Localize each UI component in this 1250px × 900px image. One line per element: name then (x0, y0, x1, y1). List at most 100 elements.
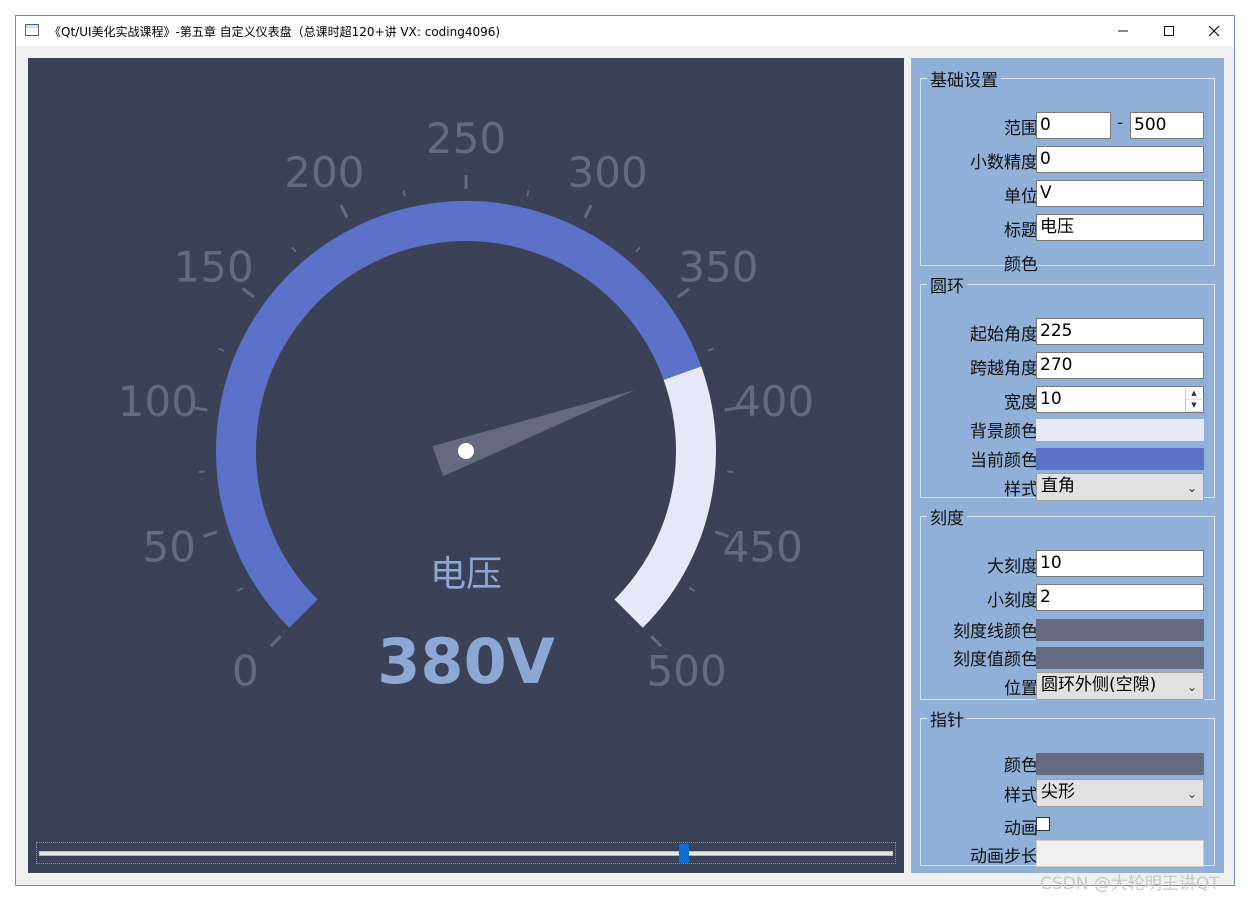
group-pointer: 指针 颜色 样式 尖形 ⌄ 动画 动画步长 (920, 706, 1215, 868)
ring-style-select[interactable]: 直角 ⌄ (1036, 473, 1204, 501)
pointer-style-select[interactable]: 尖形 ⌄ (1036, 779, 1204, 807)
app-icon (25, 24, 39, 36)
width-spinbox[interactable]: 10 ▲ ▼ (1036, 386, 1204, 413)
chevron-down-icon: ⌄ (1186, 787, 1197, 801)
group-pointer-legend: 指针 (930, 711, 964, 731)
minimize-button[interactable] (1100, 16, 1146, 46)
width-spin-buttons[interactable]: ▲ ▼ (1185, 388, 1202, 412)
row-cur-color: 当前颜色 (921, 444, 1214, 472)
row-title: 标题 电压 (921, 214, 1214, 242)
pointer-color-label: 颜色 (1004, 756, 1038, 776)
gauge-panel: 0 50 100 150 200 250 300 350 400 450 500 电压 380V (28, 58, 904, 873)
major-scale-label: 大刻度 (987, 557, 1038, 577)
scale-tick-label: 150 (174, 243, 254, 292)
major-tick (583, 204, 593, 219)
range-label: 范围 (1004, 119, 1038, 139)
minor-tick (218, 347, 225, 352)
animation-checkbox[interactable] (1036, 817, 1050, 831)
minor-tick (291, 246, 297, 253)
minor-tick (236, 587, 244, 592)
range-min-input[interactable]: 0 (1036, 112, 1111, 139)
gauge-pointer (432, 390, 636, 477)
spin-down-icon[interactable]: ▼ (1186, 400, 1202, 412)
settings-panel: 基础设置 范围 0 - 500 小数精度 0 单位 V 标题 电压 颜色 圆环 … (911, 58, 1224, 873)
title-label: 标题 (1004, 221, 1038, 241)
maximize-icon (1164, 26, 1174, 36)
range-separator: - (1117, 113, 1124, 133)
precision-label: 小数精度 (970, 153, 1038, 173)
minor-scale-label: 小刻度 (987, 591, 1038, 611)
row-line-color: 刻度线颜色 (921, 615, 1214, 643)
minor-tick (635, 246, 641, 253)
pointer-color-swatch[interactable] (1036, 753, 1204, 775)
ring-current-color-swatch[interactable] (1036, 448, 1204, 470)
row-animation: 动画 (921, 812, 1214, 840)
scale-tick-label: 400 (734, 377, 814, 426)
maximize-button[interactable] (1146, 16, 1192, 46)
major-tick (203, 530, 218, 538)
row-minor: 小刻度 2 (921, 584, 1214, 612)
bg-color-label: 背景颜色 (970, 422, 1038, 442)
scale-position-value: 圆环外侧(空隙) (1041, 675, 1157, 695)
scale-position-label: 位置 (1004, 679, 1038, 699)
row-span-angle: 跨越角度 270 (921, 352, 1214, 380)
value-slider[interactable] (36, 842, 896, 864)
range-max-input[interactable]: 500 (1130, 112, 1204, 139)
close-icon (1208, 25, 1220, 37)
pointer-style-label: 样式 (1004, 786, 1038, 806)
ring-style-value: 直角 (1041, 476, 1075, 496)
scale-value-color-swatch[interactable] (1036, 647, 1204, 669)
group-scale-legend: 刻度 (930, 509, 964, 529)
unit-input[interactable]: V (1036, 180, 1204, 207)
client-area: 0 50 100 150 200 250 300 350 400 450 500 电压 380V 基础设… (16, 46, 1234, 885)
start-angle-input[interactable]: 225 (1036, 318, 1204, 345)
scale-tick-label: 350 (678, 243, 758, 292)
gauge-title: 电压 (430, 554, 502, 595)
ring-bg-color-swatch[interactable] (1036, 419, 1204, 441)
group-ring-legend: 圆环 (930, 277, 964, 297)
row-anim-step: 动画步长 (921, 840, 1214, 868)
precision-input[interactable]: 0 (1036, 146, 1204, 173)
gauge-value: 380V (377, 625, 554, 698)
row-pointer-style: 样式 尖形 ⌄ (921, 779, 1214, 807)
span-angle-label: 跨越角度 (970, 359, 1038, 379)
scale-position-select[interactable]: 圆环外侧(空隙) ⌄ (1036, 672, 1204, 700)
major-tick (339, 204, 349, 219)
unit-label: 单位 (1004, 187, 1038, 207)
span-angle-input[interactable]: 270 (1036, 352, 1204, 379)
scale-tick-label: 0 (232, 647, 259, 696)
group-basic: 基础设置 范围 0 - 500 小数精度 0 单位 V 标题 电压 颜色 (920, 66, 1215, 275)
ring-style-label: 样式 (1004, 480, 1038, 500)
row-unit: 单位 V (921, 180, 1214, 208)
scale-tick-label: 300 (568, 148, 648, 197)
ring-background-arc (614, 366, 716, 628)
title-bar[interactable]: 《Qt/UI美化实战课程》-第五章 自定义仪表盘（总课时超120+讲 VX: c… (16, 16, 1234, 46)
cur-color-label: 当前颜色 (970, 451, 1038, 471)
scale-tick-label: 200 (284, 148, 364, 197)
watermark: CSDN @大轮明王讲QT (1040, 874, 1220, 894)
major-scale-input[interactable]: 10 (1036, 550, 1204, 577)
minor-tick (402, 190, 406, 197)
scale-line-color-swatch[interactable] (1036, 619, 1204, 641)
row-range: 范围 0 - 500 (921, 112, 1214, 140)
scale-tick-label: 250 (426, 114, 506, 163)
close-button[interactable] (1191, 16, 1237, 46)
anim-step-label: 动画步长 (970, 847, 1038, 867)
slider-handle[interactable] (678, 844, 689, 863)
minor-scale-input[interactable]: 2 (1036, 584, 1204, 611)
row-ring-style: 样式 直角 ⌄ (921, 473, 1214, 501)
minimize-icon (1118, 30, 1128, 32)
window-title: 《Qt/UI美化实战课程》-第五章 自定义仪表盘（总课时超120+讲 VX: c… (49, 25, 501, 39)
minor-tick (526, 190, 530, 197)
width-value: 10 (1040, 389, 1062, 409)
slider-groove (39, 851, 893, 856)
minor-tick (688, 587, 696, 592)
group-scale: 刻度 大刻度 10 小刻度 2 刻度线颜色 刻度值颜色 位置 圆环外侧(空隙) … (920, 504, 1215, 700)
width-label: 宽度 (1004, 393, 1038, 413)
row-width: 宽度 10 ▲ ▼ (921, 386, 1214, 414)
spin-up-icon[interactable]: ▲ (1186, 388, 1202, 400)
chevron-down-icon: ⌄ (1186, 680, 1197, 694)
scale-tick-label: 50 (143, 522, 196, 571)
title-input[interactable]: 电压 (1036, 214, 1204, 241)
anim-step-input[interactable] (1036, 840, 1204, 867)
